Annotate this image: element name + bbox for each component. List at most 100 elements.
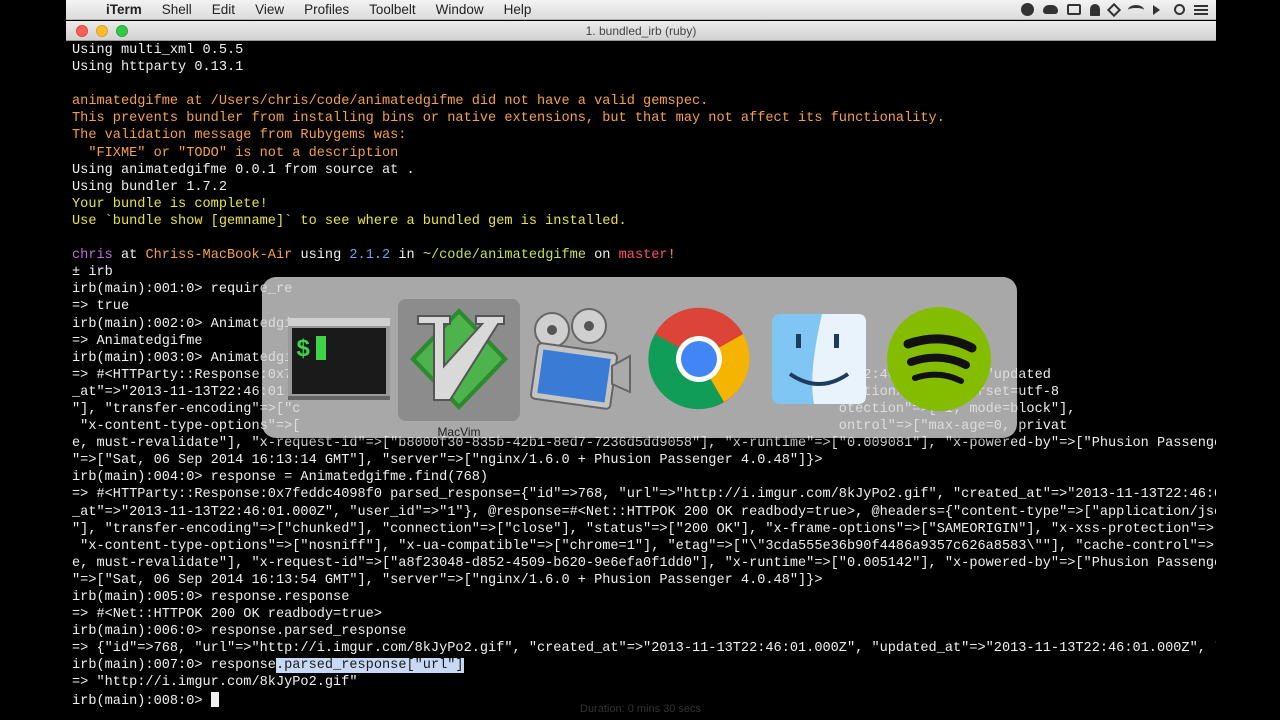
volume-icon[interactable] [1153, 4, 1165, 15]
terminal-text: "], "transfer-encoding"=>["chunked"], "c… [72, 521, 1216, 537]
terminal-text: ~/code/animatedgifme [422, 248, 586, 264]
terminal-text: irb(main):003:0> Animatedgi [72, 350, 293, 366]
terminal-text: irb(main):001:0> require_re [72, 282, 293, 298]
terminal-line: Using multi_xml 0.5.5 [72, 42, 1216, 59]
terminal-text: on [585, 248, 619, 264]
list-icon[interactable] [1194, 4, 1208, 15]
minimize-button[interactable] [96, 25, 108, 37]
terminal-text: animatedgifme at /Users/chris/code/anima… [72, 94, 709, 110]
terminal-text: 2.1.2 [349, 248, 391, 264]
terminal-text: This prevents bundler from installing bi… [72, 111, 945, 127]
terminal-text: Using animatedgifme 0.0.1 from source at… [72, 162, 415, 178]
menu-window[interactable]: Window [426, 2, 494, 17]
terminal-text: Use `bundle show [gemname]` to see where… [72, 213, 627, 229]
menu-help[interactable]: Help [494, 2, 542, 17]
chrome-app-icon[interactable] [644, 304, 754, 414]
terminal-text: => true [72, 299, 130, 315]
terminal-line: Using animatedgifme 0.0.1 from source at… [72, 162, 1216, 179]
terminal-text: "x-content-type-options"=>["nosniff"], "… [80, 538, 1216, 554]
terminal-text: e, must-revalidate"], "x-request-id"=>["… [72, 555, 1216, 571]
terminal-text: ± irb [72, 265, 113, 281]
terminal-line: "FIXME" or "TODO" is not a description [72, 145, 1216, 162]
terminal-line: irb(main):006:0> response.parsed_respons… [72, 623, 1216, 640]
terminal-text: "FIXME" or "TODO" is not a description [72, 145, 399, 161]
recording-overlay-text: Duration: 0 mins 30 secs [580, 703, 702, 715]
terminal-text: => #<Net::HTTPOK 200 OK readbody=true> [72, 607, 382, 623]
terminal-text: => "http://i.imgur.com/8kJyPo2.gif" [72, 675, 358, 691]
terminal-text: Chriss-MacBook-Air [145, 248, 293, 264]
terminal-line: Using httparty 0.13.1 [72, 59, 1216, 76]
menu-toolbelt[interactable]: Toolbelt [359, 2, 426, 17]
terminal-text: in [390, 248, 423, 264]
terminal-text: Your bundle is complete! [72, 196, 268, 212]
terminal-line: irb(main):005:0> response.response [72, 589, 1216, 606]
dropbox-icon[interactable] [1106, 2, 1122, 17]
record-icon[interactable] [1021, 3, 1034, 16]
selected-text: .parsed_response["url"] [275, 658, 464, 674]
terminal-text: "=>["Sat, 06 Sep 2014 16:13:54 GMT"], "s… [72, 572, 823, 588]
menu-profiles[interactable]: Profiles [294, 2, 359, 17]
terminal-cursor [210, 691, 219, 707]
terminal-text: _at"=>"2013-11-13T22:46:01.000Z", "user_… [72, 504, 1216, 520]
zoom-button[interactable] [116, 25, 128, 37]
terminal-line: The validation message from Rubygems was… [72, 127, 1216, 144]
terminal-text: => Animatedgifme [72, 333, 203, 349]
terminal-line: "], "transfer-encoding"=>["chunked"], "c… [72, 521, 1216, 538]
terminal-app-icon[interactable]: $ [284, 304, 394, 414]
terminal-text: irb(main):005:0> response.response [72, 590, 350, 605]
menu-bar: iTerm Shell Edit View Profiles Toolbelt … [66, 0, 1216, 20]
terminal-line: This prevents bundler from installing bi… [72, 110, 1216, 127]
menu-edit[interactable]: Edit [202, 2, 245, 17]
terminal-line: chris at Chriss-MacBook-Air using 2.1.2 … [72, 247, 1216, 264]
terminal-text: using [292, 248, 350, 264]
terminal-line: => #<Net::HTTPOK 200 OK readbody=true> [72, 606, 1216, 623]
terminal-text: irb(main):004:0> response = Animatedgifm… [72, 470, 489, 486]
terminal-text: Using bundler 1.7.2 [72, 179, 227, 195]
terminal-text: e, must-revalidate"], "x-request-id"=>["… [72, 436, 1216, 452]
terminal-line: => "http://i.imgur.com/8kJyPo2.gif" [72, 674, 1216, 691]
terminal-text: irb(main):007:0> response [72, 658, 276, 674]
window-titlebar: 1. bundled_irb (ruby) [66, 21, 1216, 41]
window-title: 1. bundled_irb (ruby) [585, 24, 697, 38]
terminal-line: Your bundle is complete! [72, 196, 1216, 213]
menu-view[interactable]: View [245, 2, 294, 17]
terminal-text: "=>["Sat, 06 Sep 2014 16:13:14 GMT"], "s… [72, 453, 823, 469]
terminal-text: Using multi_xml 0.5.5 [72, 43, 244, 58]
terminal-line: irb(main):004:0> response = Animatedgifm… [72, 469, 1216, 486]
status-area [1021, 2, 1216, 17]
cloud-icon[interactable] [1043, 5, 1058, 14]
menu-shell[interactable]: Shell [152, 2, 202, 17]
terminal-line: "=>["Sat, 06 Sep 2014 16:13:14 GMT"], "s… [72, 452, 1216, 469]
terminal-line: => #<HTTParty::Response:0x7feddc4098f0 p… [72, 486, 1216, 503]
window-controls [76, 25, 128, 37]
terminal-line: => {"id"=>768, "url"=>"http://i.imgur.co… [72, 640, 1216, 657]
terminal-text: irb(main):008:0> [72, 693, 211, 709]
terminal-line: _at"=>"2013-11-13T22:46:01.000Z", "user_… [72, 504, 1216, 521]
video-app-icon[interactable] [524, 304, 634, 414]
terminal-text: irb(main):006:0> response.parsed_respons… [72, 624, 407, 640]
macvim-app-icon[interactable] [404, 304, 514, 414]
terminal-line: Using bundler 1.7.2 [72, 179, 1216, 196]
svg-text:$: $ [296, 337, 310, 364]
app-switcher: $ MacVim [262, 277, 1017, 439]
selected-app-label: MacVim [437, 425, 481, 439]
terminal-line: Use `bundle show [gemname]` to see where… [72, 213, 1216, 230]
notification-icon[interactable] [1090, 3, 1100, 16]
terminal-text: Using httparty 0.13.1 [72, 60, 244, 76]
search-icon[interactable] [1174, 4, 1185, 15]
terminal-line: animatedgifme at /Users/chris/code/anima… [72, 93, 1216, 110]
terminal-line: "=>["Sat, 06 Sep 2014 16:13:54 GMT"], "s… [72, 572, 1216, 589]
wifi-icon[interactable] [1128, 4, 1144, 15]
terminal-text: chris [72, 248, 113, 264]
terminal-text: => {"id"=>768, "url"=>"http://i.imgur.co… [72, 641, 1216, 657]
menu-app-name[interactable]: iTerm [96, 2, 152, 17]
close-button[interactable] [76, 25, 88, 37]
terminal-text: irb(main):002:0> Animatedgi [72, 316, 293, 332]
terminal-text: The validation message from Rubygems was… [72, 128, 407, 144]
camera-icon[interactable] [1067, 4, 1081, 15]
spotify-app-icon[interactable] [884, 304, 994, 414]
terminal-text: ! [667, 248, 676, 264]
terminal-text: master [618, 248, 668, 264]
finder-app-icon[interactable] [764, 304, 874, 414]
